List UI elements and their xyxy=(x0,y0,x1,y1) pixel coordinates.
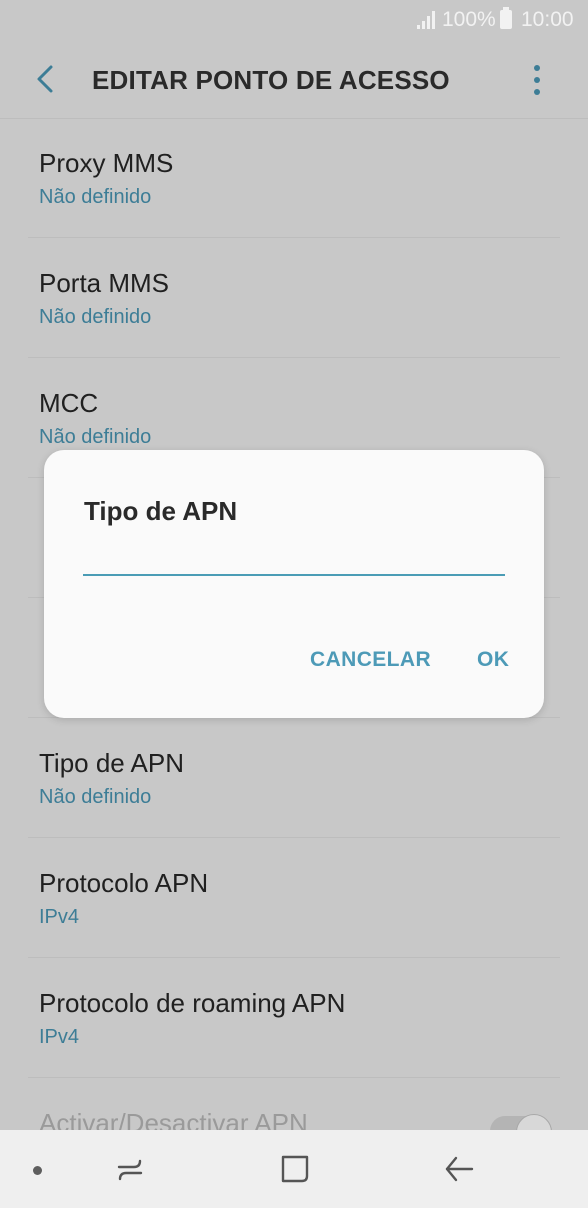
home-icon[interactable] xyxy=(280,1154,310,1184)
setting-label: Proxy MMS xyxy=(39,148,174,178)
setting-label: Porta MMS xyxy=(39,268,170,298)
status-bar: 100% 10:00 xyxy=(0,0,588,40)
back-arrow-icon[interactable] xyxy=(32,64,60,94)
setting-value: Não definido xyxy=(39,186,152,208)
back-icon[interactable] xyxy=(444,1154,476,1184)
recent-apps-icon[interactable] xyxy=(114,1154,146,1184)
navigation-bar xyxy=(0,1130,588,1208)
dot-indicator-icon xyxy=(33,1166,42,1175)
setting-label: Protocolo APN xyxy=(39,868,209,898)
setting-apn-roaming-protocol[interactable]: Protocolo de roaming APN IPv4 xyxy=(28,958,560,1078)
setting-mms-proxy[interactable]: Proxy MMS Não definido xyxy=(28,118,560,238)
setting-apn-protocol[interactable]: Protocolo APN IPv4 xyxy=(28,838,560,958)
apn-type-dialog: Tipo de APN CANCELAR OK xyxy=(44,450,544,718)
battery-icon xyxy=(500,7,512,29)
setting-apn-type[interactable]: Tipo de APN Não definido xyxy=(28,718,560,838)
ok-button[interactable]: OK xyxy=(477,648,509,672)
setting-mms-port[interactable]: Porta MMS Não definido xyxy=(28,238,560,358)
setting-label: Tipo de APN xyxy=(39,748,185,778)
setting-value: Não definido xyxy=(39,426,152,448)
setting-value: IPv4 xyxy=(39,906,80,928)
signal-icon xyxy=(417,11,435,29)
page-title: EDITAR PONTO DE ACESSO xyxy=(92,65,450,95)
apn-type-input[interactable] xyxy=(83,546,505,576)
dialog-title: Tipo de APN xyxy=(84,496,238,526)
cancel-button[interactable]: CANCELAR xyxy=(310,648,431,672)
setting-value: Não definido xyxy=(39,306,152,328)
battery-percentage: 100% xyxy=(442,8,496,31)
setting-label: Protocolo de roaming APN xyxy=(39,988,346,1018)
more-options-icon[interactable] xyxy=(530,64,544,96)
setting-label: MCC xyxy=(39,388,99,418)
app-bar: EDITAR PONTO DE ACESSO xyxy=(0,40,588,119)
setting-value: Não definido xyxy=(39,786,152,808)
setting-value: IPv4 xyxy=(39,1026,80,1048)
clock: 10:00 xyxy=(521,8,574,31)
